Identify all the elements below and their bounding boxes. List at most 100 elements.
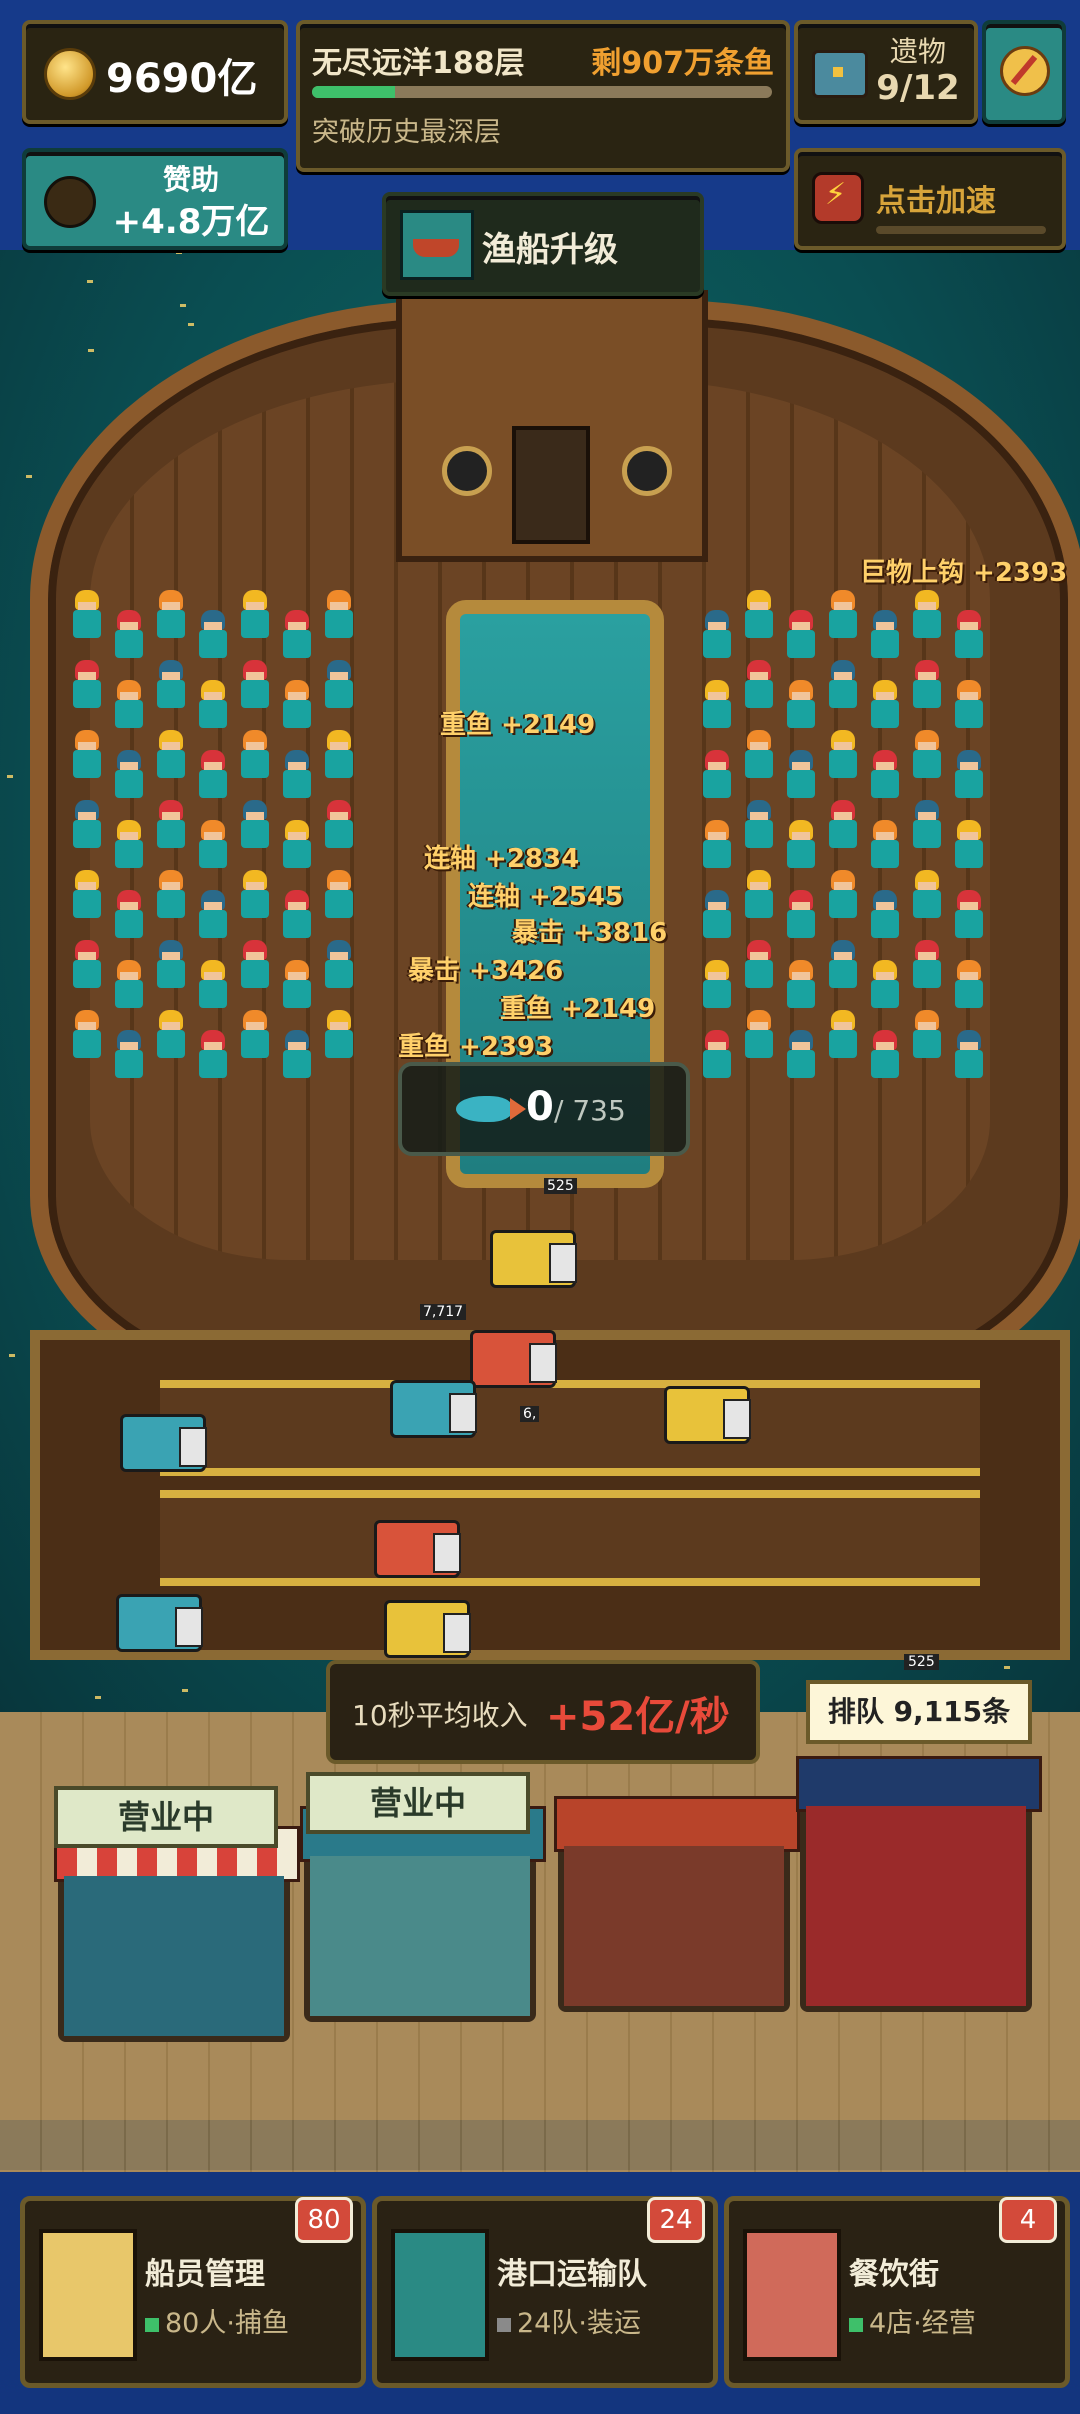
ocean-progress-panel[interactable]: 无尽远洋188层 剩907万条鱼 突破历史最深层 [296,20,790,172]
transport-truck[interactable] [384,1600,471,1658]
transport-truck[interactable] [470,1330,557,1388]
crew-member [280,750,314,800]
crew-member [868,960,902,1010]
boost-button[interactable]: 点击加速 [794,148,1066,250]
crew-member [238,940,272,990]
crew-member [280,610,314,660]
transport-truck[interactable] [664,1386,751,1444]
nav-sub: 80人·捕鱼 [145,2301,289,2340]
crew-member [196,610,230,660]
sea-sparkle [180,304,186,307]
transport-truck[interactable] [390,1380,477,1438]
crew-member [70,800,104,850]
crew-member [196,680,230,730]
crew-member [238,730,272,780]
reward-floater: 暴击 +3816 [512,918,668,948]
crew-member [280,890,314,940]
crew-member [322,590,356,640]
crew-member [700,890,734,940]
crew-member [70,870,104,920]
relics-count: 9/12 [876,68,960,108]
crew-member [952,960,986,1010]
sponsor-button[interactable]: 赞助 +4.8万亿 [22,148,288,250]
nav-food-street[interactable]: 餐饮街 4店·经营 4 [724,2196,1070,2388]
crew-member [910,730,944,780]
crew-member [196,750,230,800]
dock-lane [160,1490,980,1586]
shop-grand-restaurant[interactable] [796,1756,1042,2012]
crew-member [70,730,104,780]
nav-sub: 4店·经营 [849,2301,976,2340]
shop-status-open: 营业中 [54,1786,278,1848]
reward-floater: 重鱼 +2149 [500,994,656,1024]
crew-member [784,960,818,1010]
restaurant-icon [743,2229,841,2361]
sea-sparkle [7,775,13,778]
relics-button[interactable]: 遗物 9/12 [794,20,978,124]
crew-member [868,680,902,730]
reward-floater: 重鱼 +2393 [398,1032,554,1062]
shop-restaurant[interactable] [554,1796,800,2012]
cargo-tag: 525 [904,1654,939,1670]
crew-member [70,590,104,640]
crew-member [154,590,188,640]
crew-member [910,800,944,850]
crew-member [112,1030,146,1080]
transport-truck[interactable] [120,1414,207,1472]
crew-member [154,730,188,780]
crew-member [826,730,860,780]
crew-member [952,680,986,730]
sea-sparkle [9,1354,15,1357]
transport-truck[interactable] [374,1520,461,1578]
sea-sparkle [87,280,93,283]
crew-member [952,610,986,660]
crew-member [868,1030,902,1080]
fish-current: 0 [526,1084,554,1130]
crew-member [112,960,146,1010]
transport-truck[interactable] [116,1594,203,1652]
crew-member [700,750,734,800]
sea-sparkle [1004,1666,1010,1669]
transport-truck[interactable] [490,1230,577,1288]
truck-icon [391,2229,489,2361]
porthole-left [442,446,492,496]
ship-upgrade-button[interactable]: 渔船升级 [382,192,704,296]
reward-floater: 连轴 +2545 [468,882,624,912]
reward-floater: 连轴 +2834 [424,844,580,874]
crew-member [70,940,104,990]
nav-label: 船员管理 [145,2257,265,2292]
crew-member [112,680,146,730]
crew-member [826,870,860,920]
coin-icon [44,48,96,100]
shop-fish-stall[interactable] [54,1826,300,2042]
crew-member [322,1010,356,1060]
shop-fish-market[interactable] [300,1806,546,2022]
nav-crew-management[interactable]: 船员管理 80人·捕鱼 80 [20,2196,366,2388]
crew-member [826,660,860,710]
coins-value: 9690亿 [106,56,258,102]
crew-member [700,960,734,1010]
ship-cabin [396,290,708,562]
crew-member [280,680,314,730]
nav-port-transport[interactable]: 港口运输队 24队·装运 24 [372,2196,718,2388]
crew-member [112,610,146,660]
nav-sub: 24队·装运 [497,2301,641,2340]
crew-member [910,870,944,920]
crew-member [154,1010,188,1060]
sea-sparkle [88,349,94,352]
boost-label: 点击加速 [876,184,996,219]
upgrade-label: 渔船升级 [482,230,618,270]
crew-member [742,730,776,780]
crew-member [742,660,776,710]
crew-member [112,890,146,940]
crew-member [238,870,272,920]
fish-icon [456,1096,526,1122]
nav-label: 餐饮街 [849,2257,939,2292]
crew-member [700,610,734,660]
crew-member [154,940,188,990]
ocean-subtitle: 突破历史最深层 [312,117,501,148]
crew-member [280,960,314,1010]
crew-member [952,890,986,940]
compass-button[interactable] [982,20,1066,124]
count-badge: 24 [647,2197,705,2243]
